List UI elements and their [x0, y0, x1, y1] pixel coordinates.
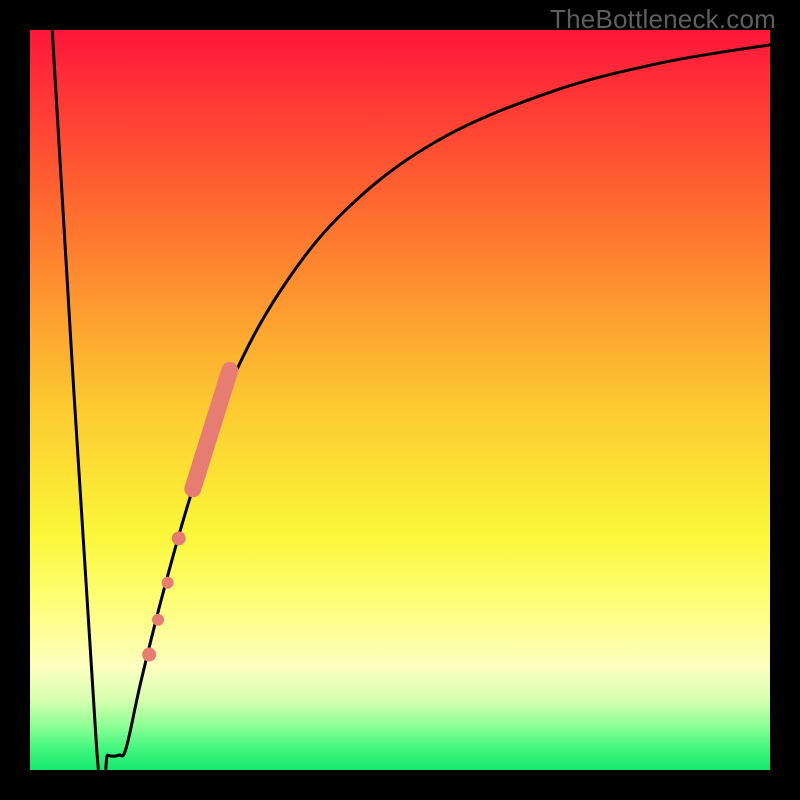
plot-area [30, 30, 770, 770]
gradient-background [30, 30, 770, 770]
chart-frame: TheBottleneck.com [0, 0, 800, 800]
marker-dot [152, 614, 164, 626]
marker-dot [172, 531, 186, 545]
marker-dot [162, 577, 174, 589]
marker-dot [142, 648, 156, 662]
bottleneck-chart [30, 30, 770, 770]
